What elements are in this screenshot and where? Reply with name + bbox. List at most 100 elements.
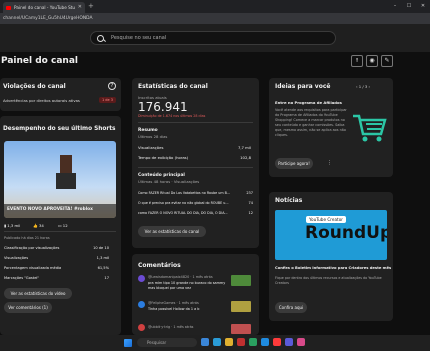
stats-title: Estatísticas do canal — [138, 83, 208, 90]
views-value: 1,3 mil — [7, 223, 21, 228]
close-window-icon[interactable]: ✕ — [416, 0, 430, 13]
youtube-favicon-icon — [6, 5, 11, 10]
ideas-pager: ‹ 1 / 3 › — [356, 84, 370, 89]
browser-tab[interactable]: Painel do canal - YouTube Stu ✕ — [3, 2, 85, 13]
comments-title: Comentários — [138, 262, 181, 269]
comment-author: @Lewisdomanipaix4820 · 1 mês atrás — [148, 275, 213, 279]
likes-value: 34 — [38, 223, 44, 228]
news-heading: Confira o Boletim Informativo para Criad… — [275, 266, 392, 270]
news-card: Notícias YouTube Creator RoundUp Confira… — [269, 192, 393, 321]
app-icon[interactable] — [273, 338, 281, 346]
avatar-figure — [60, 155, 72, 173]
help-icon[interactable]: ? — [108, 82, 116, 90]
close-tab-icon[interactable]: ✕ — [78, 4, 82, 10]
metric-label: Porcentagem visualizada média — [4, 266, 62, 270]
ideas-title: Ideias para você — [275, 83, 331, 90]
minimize-icon[interactable]: – — [388, 0, 402, 13]
upload-icon[interactable]: ⭱ — [351, 55, 363, 67]
metric-label: Marcações "Gostei" — [4, 276, 40, 280]
avatar-body — [56, 173, 76, 189]
violations-text: Advertências por direitos autorais ativa… — [3, 98, 80, 103]
channel-stats-card: Estatísticas do canal Inscritos atuais 1… — [132, 78, 259, 248]
app-icon[interactable] — [237, 338, 245, 346]
window-controls: – ☐ ✕ — [388, 0, 430, 13]
app-icon[interactable] — [249, 338, 257, 346]
next-icon[interactable]: › — [367, 84, 370, 89]
video-analytics-button[interactable]: Ver as estatísticas do vídeo — [4, 288, 72, 299]
metric-label: Visualizações — [4, 256, 29, 260]
ideas-body: Você atende aos requisitos para particip… — [275, 108, 347, 137]
app-icon[interactable] — [213, 338, 221, 346]
metric-value: 17 — [104, 276, 109, 280]
news-cta-button[interactable]: Confira aqui — [275, 302, 307, 313]
summary-title: Resumo — [138, 128, 158, 133]
shorts-comments: ▭ 12 — [58, 223, 68, 228]
ideas-card: Ideias para você ‹ 1 / 3 › Entre no Prog… — [269, 78, 393, 177]
metric-value: 10 de 10 — [93, 246, 109, 250]
video-thumbnail[interactable] — [231, 301, 251, 312]
metric-label: Classificação por visualizações — [4, 246, 60, 250]
comments-value: 12 — [62, 223, 68, 228]
shorts-published: Publicado há dias 21 horas — [4, 236, 50, 240]
news-banner[interactable]: YouTube Creator RoundUp — [275, 210, 387, 260]
join-affiliate-button[interactable]: Participe agora! — [275, 158, 313, 169]
top-content-title: Conteúdo principal — [138, 173, 185, 178]
taskbar-search-label: Pesquisar — [147, 340, 167, 345]
top-video-views: 237 — [246, 191, 253, 195]
shorts-thumbnail[interactable]: EVENTO NOVO APROVEITA! #roblox — [4, 141, 116, 218]
start-icon[interactable] — [124, 339, 132, 347]
summary-value: 102,8 — [240, 155, 251, 160]
summary-period: Últimos 28 dias — [138, 134, 168, 139]
avatar — [138, 324, 145, 331]
news-body: Fique por dentro dos últimos recursos e … — [275, 276, 382, 285]
top-content-period: Últimas 48 horas · Visualizações — [138, 179, 200, 184]
top-video-title[interactable]: Como FAZER Ritual Do Los Vatabettos no R… — [138, 191, 242, 195]
banner-badge: YouTube Creator — [306, 216, 346, 223]
comment-text: pra mim tipo 10 grande no buraco do samm… — [148, 281, 226, 290]
subs-value: 176.941 — [138, 100, 188, 114]
avatar — [138, 301, 145, 308]
shopping-cart-icon — [351, 112, 387, 144]
video-thumbnail[interactable] — [231, 275, 251, 286]
subs-change: Diminuição de 1.674 nos últimos 28 dias — [138, 114, 206, 118]
taskbar-search[interactable]: Pesquisar — [137, 338, 197, 347]
top-video-title[interactable]: O que é preciso pra evitar no não global… — [138, 201, 242, 205]
strike-badge: 1 de 3 — [98, 97, 116, 103]
live-icon[interactable]: ◉ — [366, 55, 378, 67]
view-comments-button[interactable]: Ver comentários (1) — [4, 302, 52, 313]
new-tab-icon[interactable]: + — [88, 2, 94, 10]
video-thumbnail[interactable] — [231, 324, 251, 334]
top-video-views: 12 — [248, 211, 253, 215]
comment-author: @ubbit·y·trig · 1 mês atrás — [148, 325, 194, 329]
app-icon[interactable] — [201, 338, 209, 346]
app-icon[interactable] — [285, 338, 293, 346]
search-input[interactable]: Pesquise no seu canal — [90, 31, 336, 45]
dismiss-icon[interactable]: ⋮ — [327, 160, 332, 166]
search-icon — [97, 34, 104, 42]
search-placeholder: Pesquise no seu canal — [111, 35, 167, 41]
taskbar-apps — [201, 338, 305, 346]
banner-word: RoundUp — [305, 223, 387, 243]
shorts-views: ▮ 1,3 mil — [4, 223, 20, 228]
browser-tabbar: Painel do canal - YouTube Stu ✕ + – ☐ ✕ — [0, 0, 430, 13]
app-icon[interactable] — [261, 338, 269, 346]
shorts-likes: 👍 34 — [33, 223, 44, 228]
metric-value: 1,3 mil — [96, 256, 109, 260]
pager-value: 1 / 3 — [358, 84, 368, 89]
tab-title: Painel do canal - YouTube Stu — [14, 5, 76, 10]
maximize-icon[interactable]: ☐ — [402, 0, 416, 13]
violations-title: Violações do canal — [3, 83, 66, 90]
app-icon[interactable] — [225, 338, 233, 346]
app-icon[interactable] — [297, 338, 305, 346]
avatar — [138, 275, 145, 282]
shorts-caption: EVENTO NOVO APROVEITA! #roblox — [7, 207, 93, 212]
address-bar[interactable]: channel/UCamy1LE_Gu5hU4UrgeHONDA — [0, 13, 430, 24]
violations-card: Violações do canal ? Advertências por di… — [0, 78, 121, 111]
top-video-views: 74 — [248, 201, 253, 205]
comment-author: @FelipheGames · 1 mês atrás — [148, 301, 199, 305]
comments-card: Comentários @Lewisdomanipaix4820 · 1 mês… — [132, 254, 259, 335]
shorts-title: Desempenho do seu último Shorts — [3, 126, 116, 132]
create-post-icon[interactable]: ✎ — [381, 55, 393, 67]
channel-analytics-button[interactable]: Ver as estatísticas do canal — [138, 226, 206, 237]
top-video-title[interactable]: como FAZER O NOVO RITUAL DO DIA, DO DIA,… — [138, 211, 242, 215]
